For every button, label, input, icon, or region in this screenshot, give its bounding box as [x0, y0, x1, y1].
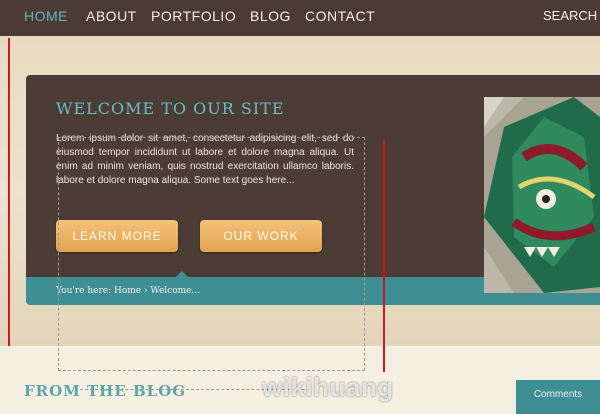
search-link[interactable]: SEARCH: [543, 8, 597, 23]
blog-section-title: FROM THE BLOG: [24, 382, 187, 400]
mask-artwork-icon: [484, 97, 600, 293]
nav-blog-link[interactable]: BLOG: [250, 8, 291, 24]
vertical-guide-line-left: [8, 38, 10, 346]
hero-title: WELCOME TO OUR SITE: [56, 99, 285, 118]
nav-portfolio-link[interactable]: PORTFOLIO: [151, 8, 236, 24]
hero-image: [484, 97, 600, 293]
top-navigation: HOME ABOUT PORTFOLIO BLOG CONTACT SEARCH: [0, 0, 600, 36]
comments-tab[interactable]: Comments: [516, 380, 600, 414]
vertical-guide-line-right: [383, 140, 385, 372]
nav-contact-link[interactable]: CONTACT: [305, 8, 375, 24]
nav-home-link[interactable]: HOME: [24, 8, 68, 24]
dashed-selection-box: [58, 137, 365, 371]
watermark-text: wikihuang: [262, 372, 394, 402]
nav-about-link[interactable]: ABOUT: [86, 8, 137, 24]
